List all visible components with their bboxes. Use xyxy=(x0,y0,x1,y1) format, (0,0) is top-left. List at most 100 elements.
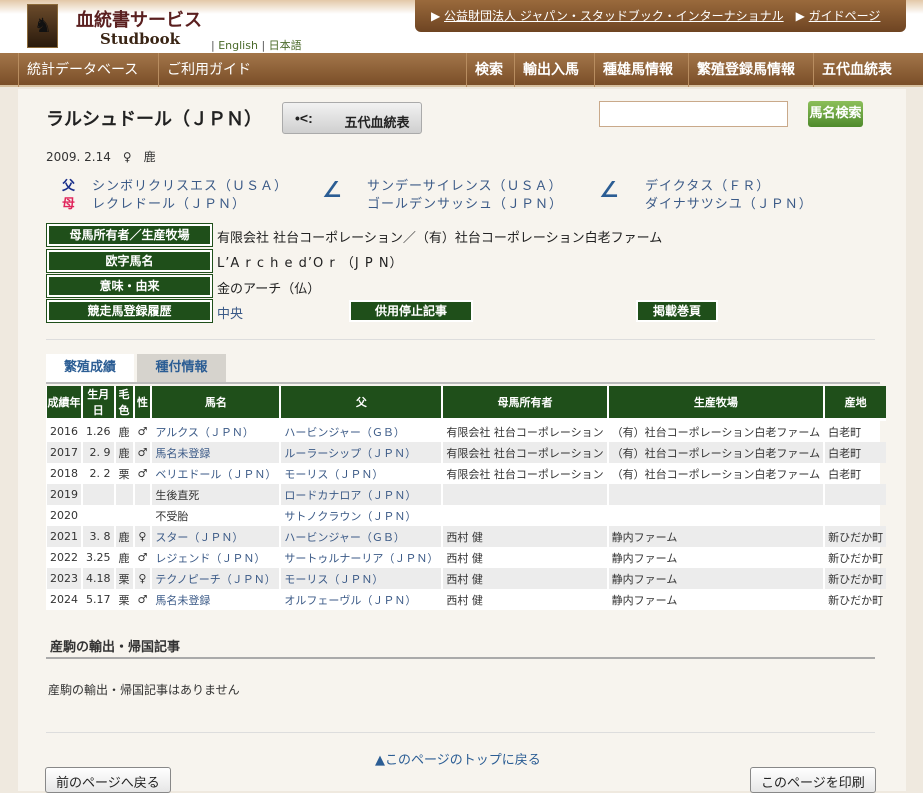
top-links: ▶ 公益財団法人 ジャパン・スタッドブック・インターナショナル ▶ ガイドページ xyxy=(415,0,906,32)
cell-region: 新ひだか町 xyxy=(825,568,887,589)
cell-name[interactable]: レジェンド（ＪＰＮ） xyxy=(152,547,279,568)
cell-owner: 西村 健 xyxy=(446,551,483,565)
cell-year: 2023 xyxy=(47,568,81,589)
cell-sire[interactable]: モーリス（ＪＰＮ） xyxy=(281,568,442,589)
divider xyxy=(46,339,875,340)
cell-birthdate: 3. 8 xyxy=(83,526,114,547)
nav-broodmare-info[interactable]: 繁殖登録馬情報 xyxy=(688,53,803,87)
col-header-year: 成績年 xyxy=(47,386,81,421)
cell-name[interactable]: テクノピーチ（ＪＰＮ） xyxy=(152,568,280,589)
cell-color xyxy=(115,484,133,505)
dam-dam-dam-link[interactable]: ダイナサツシユ（ＪＰＮ） xyxy=(645,193,813,212)
horse-name: ラルシュドール（ＪＰＮ） xyxy=(46,109,262,130)
cell-birthdate xyxy=(83,484,114,505)
back-button[interactable]: 前のページへ戻る xyxy=(45,767,171,793)
divider xyxy=(46,657,875,659)
col-header-region: 産地 xyxy=(825,386,887,421)
cell-owner: 西村 健 xyxy=(446,593,483,607)
guide-page-link[interactable]: ガイドページ xyxy=(809,9,881,23)
cell-farm: （有）社台コーポレーション白老ファーム xyxy=(608,442,824,463)
cell-sire[interactable]: オルフェーヴル（ＪＰＮ） xyxy=(281,589,441,610)
back-to-top-link[interactable]: ▲このページのトップに戻る xyxy=(375,749,541,768)
nav-search[interactable]: 検索 xyxy=(466,53,511,87)
dam-dam-link[interactable]: ゴールデンサッシュ（ＪＰＮ） xyxy=(367,193,563,212)
horse-name-search-input[interactable] xyxy=(599,101,788,127)
nav-five-gen-pedigree[interactable]: 五代血統表 xyxy=(813,53,900,87)
jbis-link[interactable]: 公益財団法人 ジャパン・スタッドブック・インターナショナル xyxy=(444,9,784,23)
cell-year: 2024 xyxy=(50,593,78,606)
roman-name-label: 欧字馬名 xyxy=(46,249,213,273)
dam-sire-link[interactable]: サンデーサイレンス（ＵＳＡ） xyxy=(367,175,562,194)
dam-dam-sire-link[interactable]: デイクタス（ＦＲ） xyxy=(645,175,770,194)
logo-horse-icon[interactable]: ♞ xyxy=(27,4,58,48)
site-header: ♞ 血統書サービス Studbook | English | 日本語 ▶ 公益財… xyxy=(0,0,923,53)
cell-name[interactable]: スター（ＪＰＮ） xyxy=(152,526,280,547)
cell-sire[interactable]: ハービンジャー（ＧＢ） xyxy=(281,421,441,442)
cell-year: 2022 xyxy=(50,551,78,564)
cell-region: 新ひだか町 xyxy=(828,593,884,607)
cell-region: 白老町 xyxy=(828,425,862,439)
cell-region: 新ひだか町 xyxy=(828,551,884,565)
nav-stallion-info[interactable]: 種雄馬情報 xyxy=(594,53,681,87)
dam-link[interactable]: レクレドール（ＪＰＮ） xyxy=(92,193,246,212)
cell-sire[interactable]: サートゥルナーリア（ＪＰＮ） xyxy=(281,547,441,568)
table-row: 2020 不受胎 サトノクラウン（ＪＰＮ） xyxy=(47,505,886,526)
lang-japanese-link[interactable]: 日本語 xyxy=(269,39,302,52)
retirement-article-button[interactable]: 供用停止記事 xyxy=(349,300,473,322)
cell-year: 2017 xyxy=(47,442,81,463)
tab-breeding-record[interactable]: 繁殖成績 xyxy=(46,354,134,382)
birth-info: 2009. 2.14 ♀ 鹿 xyxy=(46,150,156,164)
cell-sex: ♂ xyxy=(134,442,151,463)
cell-name: 不受胎 xyxy=(155,509,189,523)
cell-sire[interactable]: サトノクラウン（ＪＰＮ） xyxy=(281,505,441,526)
site-title: 血統書サービス xyxy=(76,10,202,31)
tab-mating-info[interactable]: 種付情報 xyxy=(137,354,226,382)
sire-label: 父 xyxy=(62,179,77,194)
lang-english-link[interactable]: English xyxy=(218,39,258,52)
table-row: 2023 4.18 栗 ♀ テクノピーチ（ＪＰＮ） モーリス（ＪＰＮ） 西村 健静内ファーム… xyxy=(47,568,887,589)
race-history-label: 競走馬登録履歴 xyxy=(46,299,213,323)
nav-guide[interactable]: ご利用ガイド xyxy=(158,53,259,87)
table-row: 2016 1.26 鹿 ♂ アルクス（ＪＰＮ） ハービンジャー（ＧＢ） 有限会社 社台コーポ… xyxy=(47,421,886,442)
cell-sex: ♀ xyxy=(134,526,151,547)
race-history-link[interactable]: 中央 xyxy=(217,303,243,322)
cell-sire[interactable]: ルーラーシップ（ＪＰＮ） xyxy=(281,442,442,463)
table-row: 2019 生後直死 ロードカナロア（ＪＰＮ） xyxy=(47,484,887,505)
breeding-record-table: 成績年 生月日 毛色性馬名父母馬所有者 生産牧場 産地 2016 1.26 鹿 ♂ アルクス（Ｊ… xyxy=(45,386,888,610)
owner-label: 母馬所有者／生産牧場 xyxy=(46,223,213,247)
horse-name-search-button[interactable]: 馬名検索 xyxy=(808,101,863,127)
cell-farm: 静内ファーム xyxy=(608,568,824,589)
cell-owner: 西村 健 xyxy=(443,568,607,589)
cell-name[interactable]: 馬名未登録 xyxy=(152,589,279,610)
cell-owner: 西村 健 xyxy=(443,526,607,547)
volume-page-button[interactable]: 掲載巻頁 xyxy=(636,300,718,322)
export-section-text: 産駒の輸出・帰国記事はありません xyxy=(48,683,240,697)
table-header-row: 成績年 生月日 毛色性馬名父母馬所有者 生産牧場 産地 xyxy=(47,386,887,421)
nav-import-export[interactable]: 輸出入馬 xyxy=(514,53,587,87)
cell-name[interactable]: アルクス（ＪＰＮ） xyxy=(152,421,279,442)
cell-name[interactable]: ベリエドール（ＪＰＮ） xyxy=(152,463,279,484)
cell-birthdate: 5.17 xyxy=(86,593,111,606)
sire-link[interactable]: シンボリクリスエス（ＵＳＡ） xyxy=(92,175,288,194)
five-gen-pedigree-button[interactable]: •<: 五代血統表 xyxy=(282,102,422,134)
cell-color: 鹿 xyxy=(118,551,130,565)
cell-farm: （有）社台コーポレーション白老ファーム xyxy=(611,467,821,481)
pedigree-button-label: 五代血統表 xyxy=(344,115,410,130)
cell-sire[interactable]: モーリス（ＪＰＮ） xyxy=(281,463,441,484)
cell-owner xyxy=(443,505,606,526)
separator: | xyxy=(211,39,215,52)
cell-color: 鹿 xyxy=(118,425,130,439)
nav-statistics[interactable]: 統計データベース xyxy=(18,53,146,87)
cell-sire[interactable]: ハービンジャー（ＧＢ） xyxy=(281,526,442,547)
cell-owner: 有限会社 社台コーポレーション xyxy=(443,442,607,463)
breeding-table-container: 成績年 生月日 毛色性馬名父母馬所有者 生産牧場 産地 2016 1.26 鹿 ♂ アルクス（Ｊ… xyxy=(46,386,887,610)
cell-name[interactable]: 馬名未登録 xyxy=(152,442,280,463)
main-nav: 統計データベース ご利用ガイド 検索 輸出入馬 種雄馬情報 繁殖登録馬情報 五代… xyxy=(0,53,923,87)
col-header-name: 馬名 xyxy=(152,386,280,421)
cell-sex: ♂ xyxy=(137,551,148,564)
col-header-owner: 母馬所有者 xyxy=(443,386,607,421)
cell-farm xyxy=(608,484,824,505)
cell-sire[interactable]: ロードカナロア（ＪＰＮ） xyxy=(281,484,442,505)
print-button[interactable]: このページを印刷 xyxy=(750,767,876,793)
cell-year: 2020 xyxy=(50,509,78,522)
